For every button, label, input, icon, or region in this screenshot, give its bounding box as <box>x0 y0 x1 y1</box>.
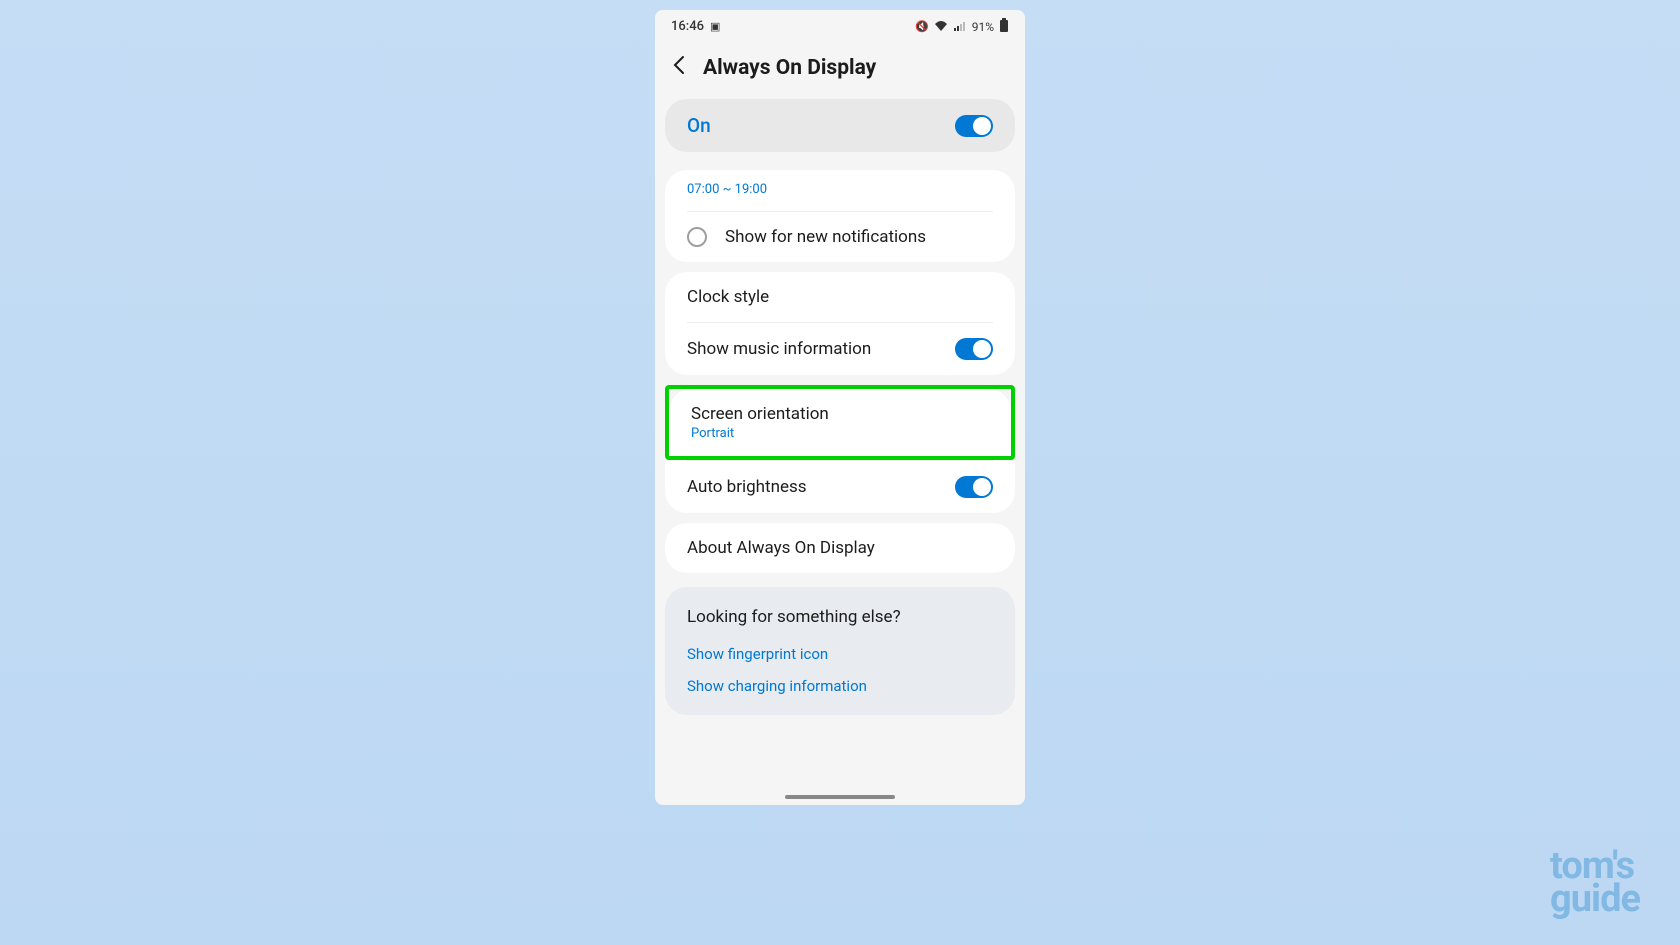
image-icon: ▣ <box>710 20 720 33</box>
mute-icon: 🔇 <box>915 20 929 33</box>
footer-title: Looking for something else? <box>687 607 993 627</box>
about-label: About Always On Display <box>687 538 875 558</box>
main-toggle-switch[interactable] <box>955 115 993 137</box>
page-title: Always On Display <box>703 56 876 80</box>
clock-style-label: Clock style <box>687 287 769 307</box>
schedule-label-cut[interactable]: Set schedule <box>665 170 1015 178</box>
music-info-item[interactable]: Show music information <box>665 323 1015 375</box>
about-item[interactable]: About Always On Display <box>665 523 1015 573</box>
schedule-section: Set schedule 07:00 ~ 19:00 Show for new … <box>665 170 1015 262</box>
wifi-icon <box>934 20 948 34</box>
auto-brightness-toggle[interactable] <box>955 476 993 498</box>
clock-style-item[interactable]: Clock style <box>665 272 1015 322</box>
auto-brightness-section: Auto brightness <box>665 460 1015 513</box>
status-left: 16:46 ▣ <box>671 19 720 34</box>
watermark: tom's guide <box>1550 850 1640 915</box>
phone-screen: 16:46 ▣ 🔇 91% Always On Display On <box>655 10 1025 805</box>
status-right: 🔇 91% <box>915 18 1009 35</box>
screen-orientation-section: Screen orientation Portrait <box>669 389 1011 456</box>
footer-section: Looking for something else? Show fingerp… <box>665 587 1015 715</box>
battery-icon <box>999 18 1009 35</box>
battery-percent: 91% <box>972 20 994 34</box>
back-button[interactable] <box>673 55 685 81</box>
schedule-time: 07:00 ~ 19:00 <box>665 182 1015 211</box>
status-time: 16:46 <box>671 19 704 34</box>
charging-link[interactable]: Show charging information <box>687 677 993 695</box>
signal-icon <box>953 20 967 34</box>
page-header: Always On Display <box>655 43 1025 99</box>
radio-unchecked[interactable] <box>687 227 707 247</box>
notifications-label: Show for new notifications <box>725 227 926 247</box>
screen-orientation-item[interactable]: Screen orientation Portrait <box>669 389 1011 456</box>
music-info-label: Show music information <box>687 339 871 359</box>
navigation-handle[interactable] <box>785 795 895 799</box>
fingerprint-link[interactable]: Show fingerprint icon <box>687 645 993 663</box>
screen-orientation-label: Screen orientation <box>691 404 989 424</box>
status-bar: 16:46 ▣ 🔇 91% <box>655 10 1025 43</box>
auto-brightness-label: Auto brightness <box>687 477 807 497</box>
about-section: About Always On Display <box>665 523 1015 573</box>
watermark-line2: guide <box>1550 883 1640 915</box>
main-toggle-label: On <box>687 114 711 137</box>
auto-brightness-item[interactable]: Auto brightness <box>665 461 1015 513</box>
highlight-box: Screen orientation Portrait <box>665 385 1015 460</box>
display-options-section: Clock style Show music information <box>665 272 1015 375</box>
notifications-option[interactable]: Show for new notifications <box>665 212 1015 262</box>
music-info-toggle[interactable] <box>955 338 993 360</box>
screen-orientation-value: Portrait <box>691 426 989 441</box>
main-toggle-section[interactable]: On <box>665 99 1015 152</box>
